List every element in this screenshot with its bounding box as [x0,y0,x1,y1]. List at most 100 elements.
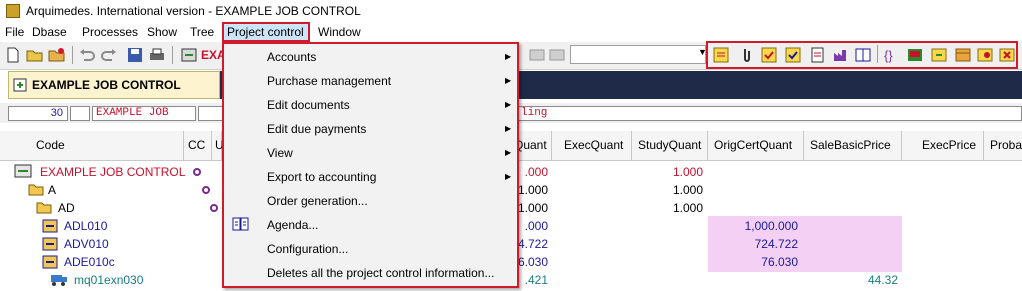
row-studyquant: 1.000 [672,183,703,197]
agenda-icon [232,217,249,231]
item-icon[interactable] [42,219,58,233]
open-recent-icon[interactable] [48,46,66,64]
table-row[interactable]: mq01exn030 [74,273,143,287]
job-code-field[interactable]: EXAMPLE JOB [92,106,196,121]
column-proba[interactable]: Proba [984,131,1022,161]
column-code-label: Code [36,138,65,152]
document-title: EXAMPLE JOB CONTROL [32,78,181,92]
column-execquant[interactable]: ExecQuant [552,131,632,161]
menu-dbase[interactable]: Dbase [32,25,67,39]
delete-icon[interactable] [998,46,1016,64]
cc-circle-icon [202,186,210,194]
toolbar-separator [877,45,878,63]
menu-tree[interactable]: Tree [190,25,214,39]
table-row[interactable]: A [48,183,56,197]
item-icon[interactable] [42,237,58,251]
menu-processes[interactable]: Processes [82,25,138,39]
column-studyquant[interactable]: StudyQuant [632,131,708,161]
pink-cell [804,234,902,254]
export-icon[interactable] [930,46,948,64]
job-summary-field[interactable]: ling [518,106,1022,121]
item-icon[interactable] [42,255,58,269]
table-row[interactable]: ADL010 [64,219,107,233]
menu-window[interactable]: Window [318,25,361,39]
window-title: Arquimedes. International version - EXAM… [26,4,361,18]
table-row[interactable]: ADE010c [64,255,115,269]
job-control-icon [13,78,27,92]
table-row[interactable]: EXAMPLE JOB CONTROL [40,165,185,179]
column-code[interactable]: Code [30,131,184,161]
column-cc-label: CC [188,138,206,152]
redo-icon[interactable] [100,46,118,64]
save-icon[interactable] [126,46,144,64]
menu-item-export-to-accounting[interactable]: Export to accounting [267,170,376,184]
approve-icon[interactable] [784,46,802,64]
menu-item-order-generation[interactable]: Order generation... [267,194,368,208]
pink-cell [804,252,902,272]
undo-icon[interactable] [78,46,96,64]
print-icon[interactable] [148,46,166,64]
settings-icon[interactable] [976,46,994,64]
menu-item-edit-due-payments[interactable]: Edit due payments [267,122,366,136]
new-file-icon[interactable] [4,46,22,64]
attachment-icon[interactable] [736,46,754,64]
svg-text:{}: {} [884,48,893,63]
pink-cell [804,216,902,236]
column-execquant-label: ExecQuant [564,138,624,152]
job-number-field[interactable]: 30 [8,106,68,121]
menu-project-control[interactable]: Project control [222,22,310,42]
menu-item-edit-documents[interactable]: Edit documents [267,98,350,112]
column-quant[interactable]: Quant [514,131,552,161]
document-icon[interactable] [808,46,826,64]
table-row[interactable]: ADV010 [64,237,109,251]
column-salebasicprice-label: SaleBasicPrice [810,138,891,152]
disabled-tool-icon[interactable] [528,46,546,64]
job-icon[interactable] [180,46,198,64]
menu-item-purchase-management[interactable]: Purchase management [267,74,391,88]
book-icon[interactable] [854,46,872,64]
machinery-icon[interactable] [50,272,68,286]
column-execprice-label: ExecPrice [922,138,977,152]
menu-item-accounts[interactable]: Accounts [267,50,316,64]
checklist-icon[interactable] [760,46,778,64]
row-origcertquant: 76.030 [761,255,798,269]
menu-item-configuration[interactable]: Configuration... [267,242,348,256]
column-cc[interactable]: CC [184,131,212,161]
row-studyquant: 1.000 [672,201,703,215]
note-icon[interactable] [712,46,730,64]
row-origcertquant: 1,000.000 [744,219,798,233]
formula-icon[interactable]: {} [882,46,900,64]
calendar-icon[interactable] [954,46,972,64]
row-studyquant: 1.000 [672,165,703,179]
factory-icon[interactable] [832,46,850,64]
toolbar-dropdown[interactable] [570,45,706,64]
menu-item-delete-project-control[interactable]: Deletes all the project control informat… [267,266,494,280]
menu-item-view[interactable]: View [267,146,293,160]
folder-icon[interactable] [28,183,44,196]
menu-item-agenda[interactable]: Agenda... [267,218,318,232]
app-icon [6,4,20,18]
submenu-arrow-icon: ▶ [505,100,512,109]
menu-file[interactable]: File [5,25,24,39]
row-salebasicprice: 44.32 [867,273,898,287]
submenu-arrow-icon: ▶ [505,148,512,157]
cc-circle-icon [210,204,218,212]
menu-show[interactable]: Show [147,25,177,39]
root-job-icon[interactable] [14,164,32,178]
column-u[interactable]: U [212,131,224,161]
job-flag-field[interactable] [70,106,90,121]
toolbar-separator [172,46,173,64]
column-execprice[interactable]: ExecPrice [902,131,984,161]
disabled-tool-icon-2[interactable] [548,46,566,64]
cc-circle-icon [193,168,201,176]
report-icon[interactable] [906,46,924,64]
submenu-arrow-icon: ▶ [505,76,512,85]
column-origcertquant-label: OrigCertQuant [714,138,793,152]
table-row[interactable]: AD [58,201,75,215]
open-folder-icon[interactable] [26,46,44,64]
column-origcertquant[interactable]: OrigCertQuant [708,131,804,161]
column-salebasicprice[interactable]: SaleBasicPrice [804,131,902,161]
folder-icon[interactable] [36,201,52,214]
column-studyquant-label: StudyQuant [638,138,702,152]
row-origcertquant: 724.722 [754,237,798,251]
